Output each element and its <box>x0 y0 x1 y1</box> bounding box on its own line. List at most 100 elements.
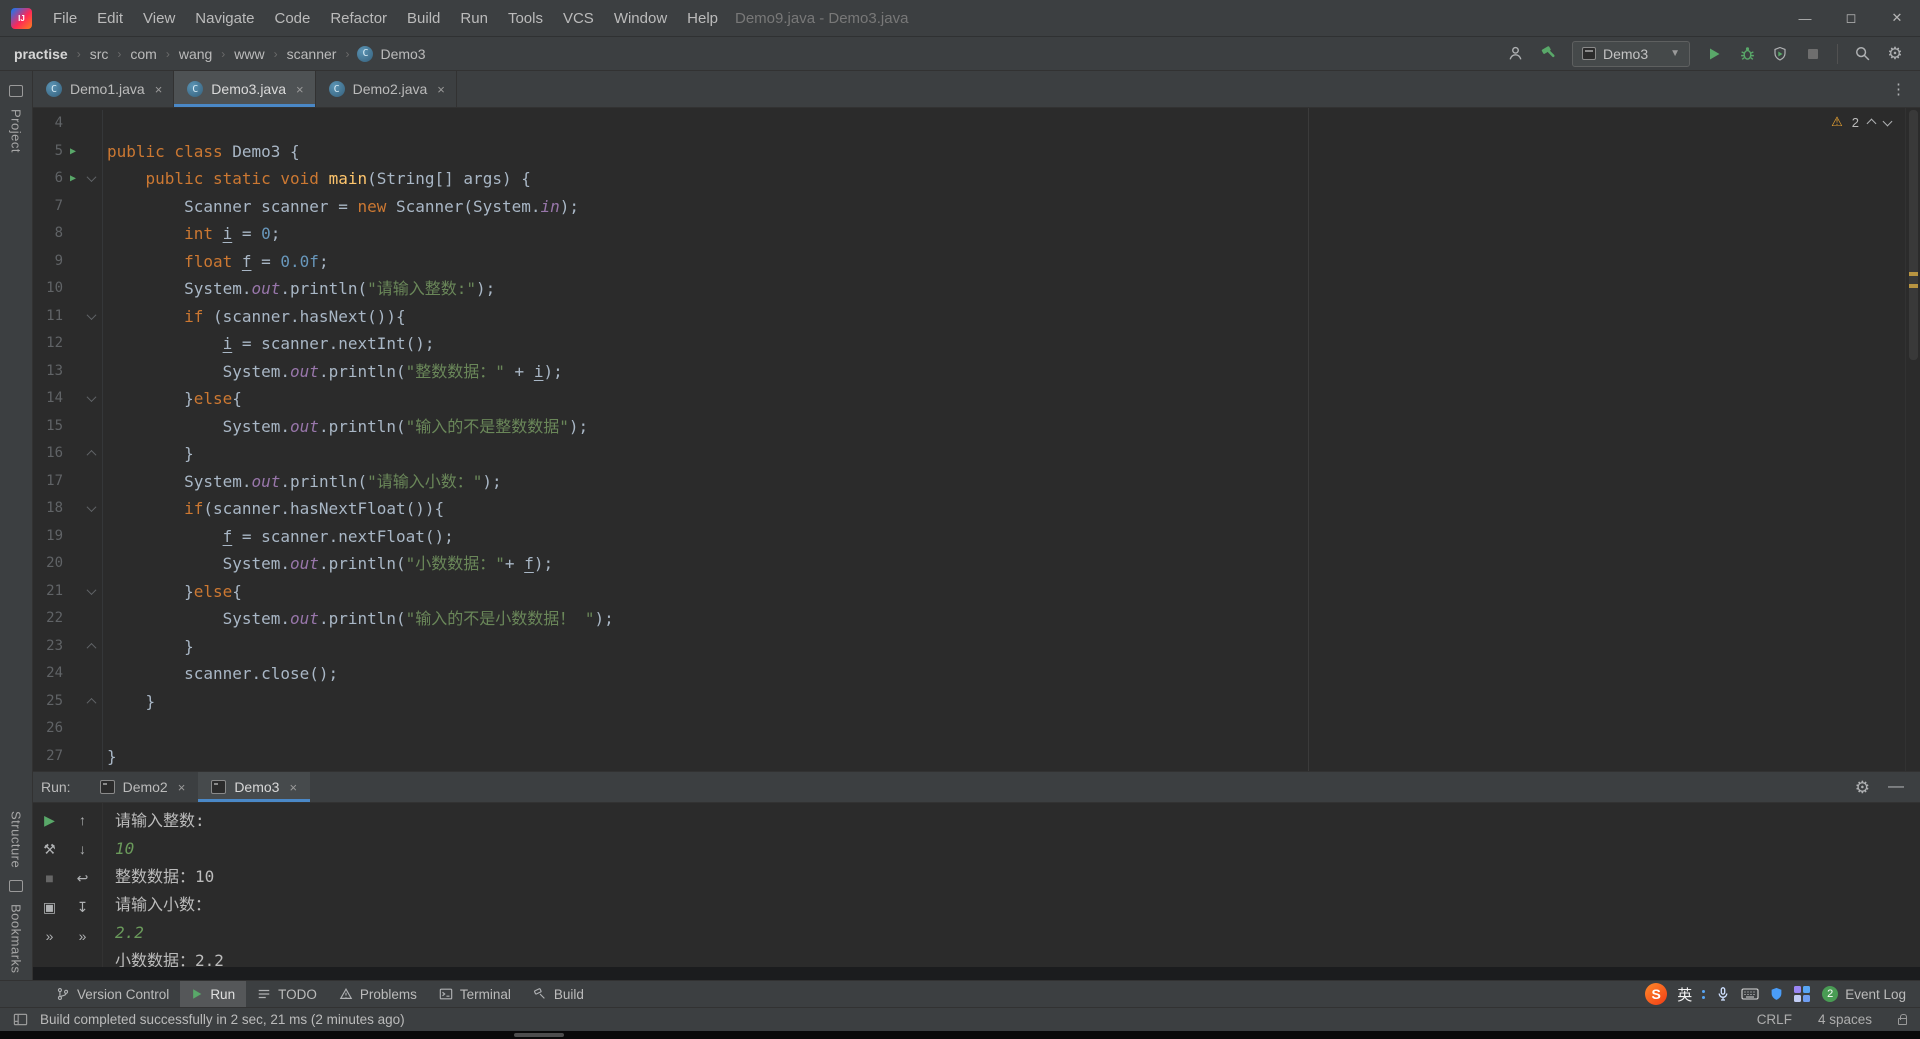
code-line[interactable]: 19 f = scanner.nextFloat(); <box>33 522 1905 550</box>
tool-window-button-problems[interactable]: Problems <box>328 981 428 1007</box>
stop-button[interactable] <box>1804 45 1822 63</box>
breadcrumb-item-com[interactable]: com <box>129 44 157 64</box>
search-icon[interactable] <box>1853 45 1871 63</box>
more-actions-icon[interactable]: » <box>41 929 59 943</box>
code-line[interactable]: 7 Scanner scanner = new Scanner(System.i… <box>33 192 1905 220</box>
sidebar-item-structure[interactable]: Structure <box>9 811 24 868</box>
fold-slot[interactable] <box>83 450 99 461</box>
breadcrumb-item-scanner[interactable]: scanner <box>286 44 338 64</box>
fold-down-icon[interactable] <box>86 392 96 403</box>
favorites-icon[interactable] <box>9 880 23 893</box>
code-line[interactable]: 12 i = scanner.nextInt(); <box>33 330 1905 358</box>
indent-indicator[interactable]: 4 spaces <box>1818 1012 1872 1027</box>
menu-tools[interactable]: Tools <box>498 5 553 32</box>
close-tab-icon[interactable]: × <box>178 780 186 795</box>
menu-help[interactable]: Help <box>677 5 728 32</box>
fold-slot[interactable] <box>83 642 99 653</box>
fold-down-icon[interactable] <box>86 584 96 595</box>
run-tab-demo3[interactable]: Demo3 × <box>198 772 311 802</box>
console-horizontal-scrollbar[interactable] <box>33 967 1920 980</box>
tool-window-switcher-icon[interactable] <box>13 1012 28 1027</box>
breadcrumb-item-wang[interactable]: wang <box>178 44 213 64</box>
code-line[interactable]: 23 } <box>33 632 1905 660</box>
tool-window-button-build[interactable]: Build <box>522 981 595 1007</box>
hide-panel-icon[interactable]: ― <box>1888 778 1904 796</box>
code-editor[interactable]: 4 5 ▶ public class Demo3 {6 ▶ public static … <box>33 108 1905 771</box>
snapshot-icon[interactable]: ▣ <box>41 900 59 914</box>
fold-slot[interactable] <box>83 697 99 708</box>
scrollbar-thumb[interactable] <box>1909 110 1918 360</box>
sidebar-item-project[interactable]: Project <box>9 109 24 153</box>
code-line[interactable]: 11 if (scanner.hasNext()){ <box>33 302 1905 330</box>
tool-window-button-terminal[interactable]: Terminal <box>428 981 522 1007</box>
console-output[interactable]: 请输入整数: 10 整数数据：10 请输入小数： 2.2 小数数据：2.2 <box>103 803 1920 967</box>
build-hammer-icon[interactable] <box>1539 45 1557 63</box>
close-tab-icon[interactable]: × <box>437 82 445 97</box>
project-tool-icon[interactable] <box>9 85 23 97</box>
user-icon[interactable] <box>1506 45 1524 63</box>
code-line[interactable]: 6 ▶ public static void main(String[] args… <box>33 165 1905 193</box>
ime-language-indicator[interactable]: 英 <box>1677 984 1692 1005</box>
code-line[interactable]: 4 <box>33 110 1905 138</box>
tab-demo1-java[interactable]: C Demo1.java × <box>33 71 175 107</box>
ime-toolbox-icon[interactable] <box>1794 986 1811 1002</box>
breadcrumb-item-src[interactable]: src <box>89 44 110 64</box>
microphone-icon[interactable] <box>1715 986 1731 1002</box>
menu-vcs[interactable]: VCS <box>553 5 604 32</box>
line-separator-indicator[interactable]: CRLF <box>1757 1012 1792 1027</box>
tool-window-button-version-control[interactable]: Version Control <box>45 981 180 1007</box>
maximize-icon[interactable]: ◻ <box>1828 0 1874 36</box>
breadcrumb-item-practise[interactable]: practise <box>13 44 69 64</box>
menu-window[interactable]: Window <box>604 5 677 32</box>
run-settings-gear-icon[interactable]: ⚙ <box>1855 779 1870 796</box>
minimize-icon[interactable]: ― <box>1782 0 1828 36</box>
fold-up-icon[interactable] <box>86 697 96 708</box>
previous-warning-icon[interactable] <box>1866 118 1877 129</box>
run-configuration-select[interactable]: Demo3 ▼ <box>1572 40 1690 67</box>
next-warning-icon[interactable] <box>1882 116 1893 126</box>
code-line[interactable]: 14 }else{ <box>33 385 1905 413</box>
run-line-icon[interactable]: ▶ <box>63 138 83 166</box>
code-area[interactable]: 4 5 ▶ public class Demo3 {6 ▶ public static … <box>33 110 1905 770</box>
code-line[interactable]: 18 if(scanner.hasNextFloat()){ <box>33 495 1905 523</box>
menu-build[interactable]: Build <box>397 5 450 32</box>
soft-wrap-icon[interactable]: ↩ <box>74 871 92 885</box>
warning-stripe-mark[interactable] <box>1909 272 1918 276</box>
menu-run[interactable]: Run <box>450 5 498 32</box>
editor-scrollbar[interactable] <box>1905 108 1920 771</box>
more-actions-icon[interactable]: » <box>74 929 92 943</box>
fold-up-icon[interactable] <box>86 642 96 653</box>
keyboard-icon[interactable] <box>1741 986 1759 1002</box>
sogou-ime-icon[interactable]: S <box>1645 983 1668 1005</box>
shield-icon[interactable] <box>1769 986 1784 1002</box>
rerun-icon[interactable]: ▶ <box>41 813 59 827</box>
debug-button[interactable] <box>1738 45 1756 63</box>
fold-down-icon[interactable] <box>86 309 96 320</box>
fold-slot[interactable] <box>83 584 99 595</box>
tab-demo3-java[interactable]: C Demo3.java × <box>174 71 316 107</box>
menu-view[interactable]: View <box>133 5 185 32</box>
code-line[interactable]: 8 int i = 0; <box>33 220 1905 248</box>
menu-navigate[interactable]: Navigate <box>185 5 264 32</box>
code-line[interactable]: 15 System.out.println("输入的不是整数数据"); <box>33 412 1905 440</box>
run-button[interactable] <box>1705 45 1723 63</box>
close-icon[interactable]: ✕ <box>1874 0 1920 36</box>
close-tab-icon[interactable]: × <box>155 82 163 97</box>
close-tab-icon[interactable]: × <box>296 82 304 97</box>
inspection-widget[interactable]: ⚠ 2 <box>1831 114 1893 130</box>
fold-slot[interactable] <box>83 392 99 403</box>
readonly-lock-icon[interactable] <box>1898 1014 1907 1025</box>
fold-up-icon[interactable] <box>86 450 96 461</box>
event-log-button[interactable]: 2 Event Log <box>1822 986 1906 1002</box>
fold-down-icon[interactable] <box>86 502 96 513</box>
fold-down-icon[interactable] <box>86 172 96 183</box>
fold-slot[interactable] <box>83 502 99 513</box>
code-line[interactable]: 20 System.out.println("小数数据："+ f); <box>33 550 1905 578</box>
close-tab-icon[interactable]: × <box>289 780 297 795</box>
menu-edit[interactable]: Edit <box>87 5 133 32</box>
tab-demo2-java[interactable]: C Demo2.java × <box>316 71 457 107</box>
code-line[interactable]: 25 } <box>33 687 1905 715</box>
code-line[interactable]: 16 } <box>33 440 1905 468</box>
code-line[interactable]: 22 System.out.println("输入的不是小数数据！ "); <box>33 605 1905 633</box>
status-message[interactable]: Build completed successfully in 2 sec, 2… <box>40 1012 405 1027</box>
